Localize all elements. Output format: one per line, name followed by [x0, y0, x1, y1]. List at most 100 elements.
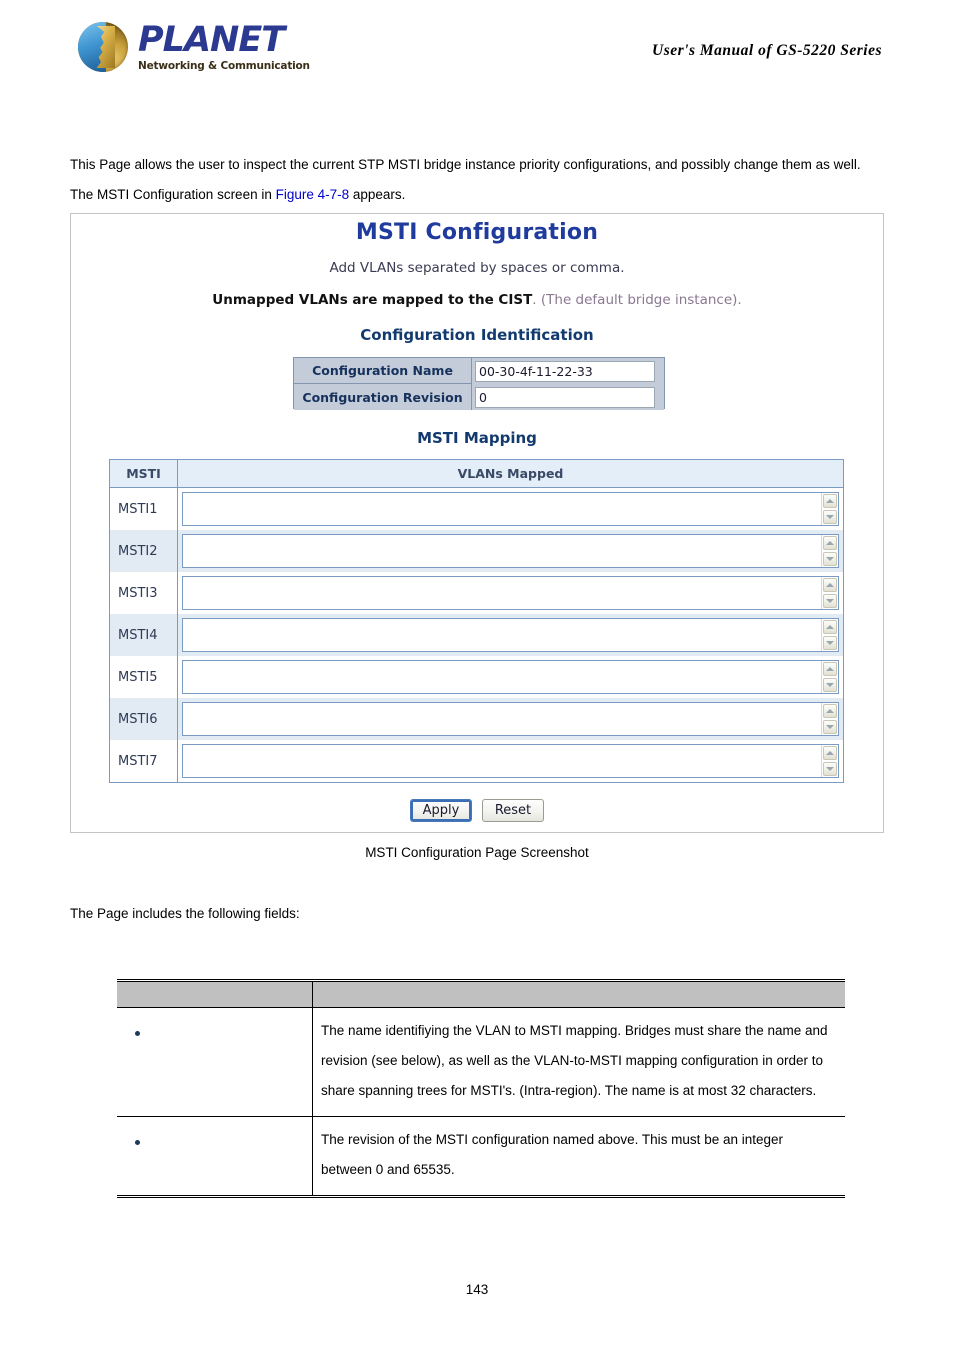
section-heading-config-identification: Configuration Identification	[360, 326, 594, 344]
scrollbar[interactable]	[821, 703, 838, 735]
scrollbar[interactable]	[821, 493, 838, 525]
vlans-textarea-wrap	[182, 492, 839, 526]
apply-button[interactable]: Apply	[410, 799, 472, 822]
config-identification-table: Configuration Name Configuration Revisio…	[293, 357, 665, 410]
scroll-up-icon[interactable]	[823, 662, 837, 676]
vlans-textarea-wrap	[182, 576, 839, 610]
section-heading-msti-mapping: MSTI Mapping	[417, 429, 537, 447]
config-revision-row: Configuration Revision	[294, 384, 664, 410]
object-cell	[117, 1117, 313, 1195]
scroll-up-icon[interactable]	[823, 620, 837, 634]
intro-text-part1: This Page allows the user to inspect the…	[70, 157, 861, 202]
manual-title: User's Manual of GS-5220 Series	[652, 42, 882, 59]
fields-table: The name identifiying the VLAN to MSTI m…	[117, 979, 845, 1198]
subtitle-add-vlans: Add VLANs separated by spaces or comma.	[329, 260, 625, 276]
scrollbar[interactable]	[821, 661, 838, 693]
table-row: MSTI6	[110, 698, 843, 740]
scrollbar[interactable]	[821, 577, 838, 609]
intro-paragraph: This Page allows the user to inspect the…	[70, 150, 886, 210]
screenshot-frame: MSTI Configuration Add VLANs separated b…	[70, 213, 884, 833]
description-cell: The name identifiying the VLAN to MSTI m…	[321, 1023, 828, 1098]
vlans-input-msti5[interactable]	[183, 661, 821, 693]
vlans-input-msti1[interactable]	[183, 493, 821, 525]
logo-text-block: PLANET Networking & Communication	[138, 19, 310, 72]
scroll-up-icon[interactable]	[823, 494, 837, 508]
vlans-cell	[178, 740, 843, 782]
vlans-textarea-wrap	[182, 744, 839, 778]
scroll-up-icon[interactable]	[823, 704, 837, 718]
vlans-input-msti3[interactable]	[183, 577, 821, 609]
subtitle-paren-part: . (The default bridge instance).	[532, 292, 742, 308]
config-name-field-cell	[472, 358, 664, 384]
reset-button[interactable]: Reset	[482, 799, 544, 822]
msti-label: MSTI1	[110, 488, 178, 530]
object-cell	[117, 1008, 313, 1116]
scrollbar[interactable]	[821, 535, 838, 567]
figure-link[interactable]: Figure 4-7-8	[276, 187, 350, 202]
column-header-description	[313, 982, 845, 1007]
vlans-textarea-wrap	[182, 660, 839, 694]
vlans-input-msti2[interactable]	[183, 535, 821, 567]
button-row: Apply Reset	[71, 799, 883, 822]
figure-caption: MSTI Configuration Page Screenshot	[365, 845, 589, 860]
msti-label: MSTI4	[110, 614, 178, 656]
table-row: MSTI3	[110, 572, 843, 614]
scroll-down-icon[interactable]	[823, 678, 837, 692]
scroll-down-icon[interactable]	[823, 552, 837, 566]
table-row: The name identifiying the VLAN to MSTI m…	[117, 1008, 845, 1117]
planet-logo: PLANET Networking & Communication	[78, 22, 310, 72]
scrollbar[interactable]	[821, 745, 838, 777]
scroll-up-icon[interactable]	[823, 746, 837, 760]
scroll-up-icon[interactable]	[823, 578, 837, 592]
description-cell: The revision of the MSTI configuration n…	[321, 1132, 783, 1177]
fields-table-header-row	[117, 982, 845, 1008]
intro-text-part2: appears.	[349, 187, 406, 202]
column-header-vlans-mapped: VLANs Mapped	[457, 466, 564, 481]
table-row: MSTI7	[110, 740, 843, 782]
fields-intro-text: The Page includes the following fields:	[70, 906, 300, 921]
config-name-input[interactable]	[475, 360, 655, 382]
config-name-row: Configuration Name	[294, 358, 664, 384]
vlans-cell	[178, 572, 843, 614]
vlans-textarea-wrap	[182, 534, 839, 568]
scroll-down-icon[interactable]	[823, 594, 837, 608]
table-row: MSTI5	[110, 656, 843, 698]
msti-mapping-header-row: MSTI VLANs Mapped	[110, 460, 843, 488]
msti-mapping-table: MSTI VLANs Mapped MSTI1 MSTI2 MSTI3 MSTI…	[109, 459, 844, 783]
column-header-object	[117, 982, 313, 1007]
config-revision-label: Configuration Revision	[294, 384, 472, 410]
msti-label: MSTI5	[110, 656, 178, 698]
scroll-down-icon[interactable]	[823, 762, 837, 776]
scroll-down-icon[interactable]	[823, 636, 837, 650]
bullet-icon	[135, 1140, 140, 1145]
logo-tagline: Networking & Communication	[138, 59, 310, 72]
scroll-down-icon[interactable]	[823, 510, 837, 524]
vlans-input-msti6[interactable]	[183, 703, 821, 735]
page-number: 143	[465, 1282, 489, 1297]
vlans-input-msti7[interactable]	[183, 745, 821, 777]
scroll-down-icon[interactable]	[823, 720, 837, 734]
table-row: MSTI2	[110, 530, 843, 572]
msti-label: MSTI7	[110, 740, 178, 782]
config-revision-field-cell	[472, 384, 664, 410]
msti-label: MSTI3	[110, 572, 178, 614]
page-title: MSTI Configuration	[355, 220, 599, 245]
msti-label: MSTI6	[110, 698, 178, 740]
vlans-cell	[178, 656, 843, 698]
page-header: PLANET Networking & Communication User's…	[0, 0, 954, 100]
config-revision-input[interactable]	[475, 386, 655, 408]
table-row: MSTI1	[110, 488, 843, 530]
subtitle-unmapped-vlans: Unmapped VLANs are mapped to the CIST. (…	[71, 292, 883, 308]
logo-brand-name: PLANET	[138, 19, 285, 60]
msti-label: MSTI2	[110, 530, 178, 572]
globe-face-icon	[78, 22, 128, 72]
table-row: MSTI4	[110, 614, 843, 656]
vlans-cell	[178, 698, 843, 740]
vlans-cell	[178, 530, 843, 572]
vlans-input-msti4[interactable]	[183, 619, 821, 651]
scroll-up-icon[interactable]	[823, 536, 837, 550]
scrollbar[interactable]	[821, 619, 838, 651]
subtitle-bold-part: Unmapped VLANs are mapped to the CIST	[212, 292, 533, 308]
vlans-cell	[178, 488, 843, 530]
bullet-icon	[135, 1031, 140, 1036]
